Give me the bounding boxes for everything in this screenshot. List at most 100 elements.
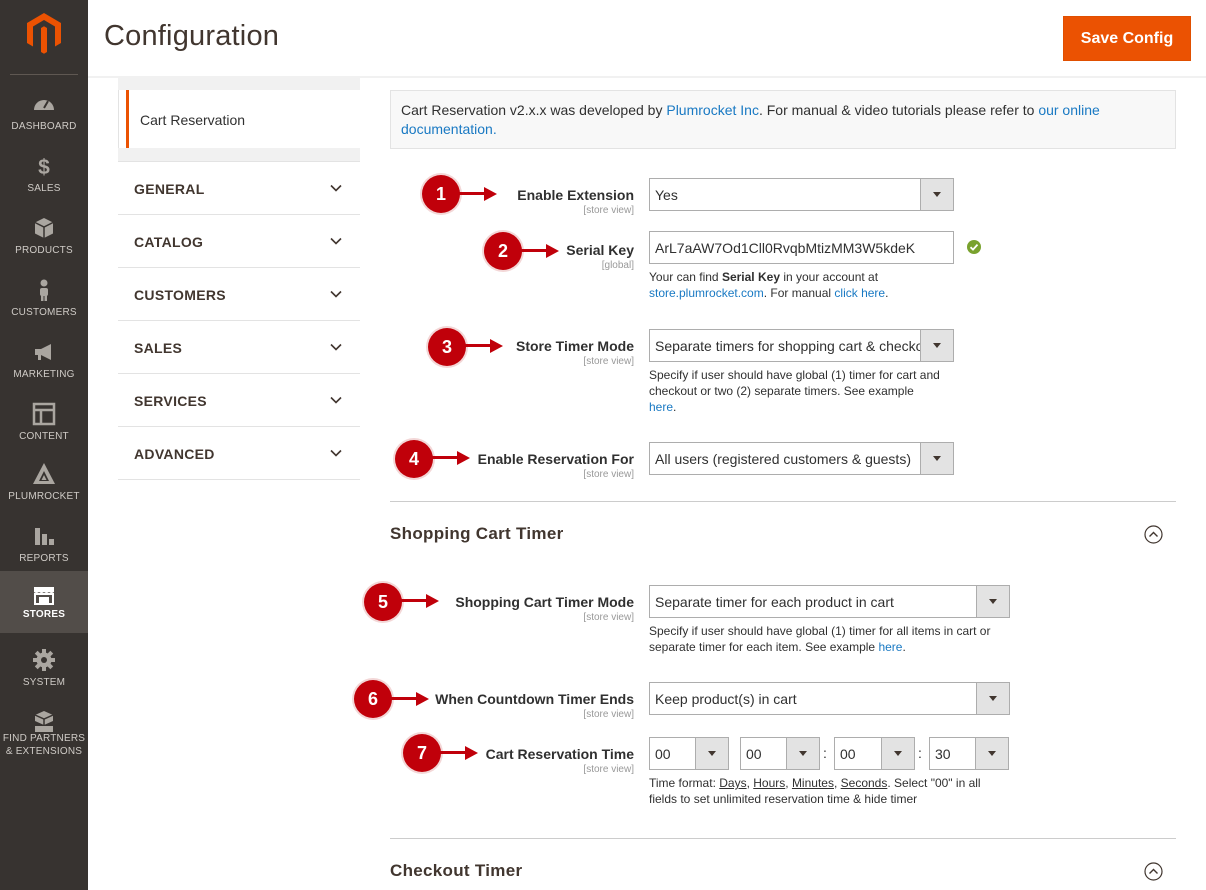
reservation-time-note: Time format: Days, Hours, Minutes, Secon…: [649, 776, 981, 806]
box-icon: [34, 218, 54, 238]
reservation-hours-select[interactable]: 00: [740, 737, 820, 770]
dropdown-arrow-icon: [976, 683, 1009, 714]
tab-group-label: SERVICES: [134, 393, 207, 409]
nav-products-label: PRODUCTS: [15, 245, 73, 256]
shopping-cart-timer-mode-scope: [store view]: [583, 612, 634, 623]
layout-icon: [32, 402, 56, 426]
serial-key-note: Your can find Serial Key in your account…: [649, 269, 959, 301]
tab-cart-reservation[interactable]: Cart Reservation: [126, 90, 360, 148]
gear-icon: [33, 649, 55, 671]
nav-dashboard-label: DASHBOARD: [11, 121, 77, 132]
reservation-seconds-select[interactable]: 30: [929, 737, 1009, 770]
plumrocket-link[interactable]: Plumrocket Inc: [666, 102, 759, 118]
dollar-icon: $: [38, 156, 50, 178]
nav-products[interactable]: PRODUCTS: [0, 212, 88, 274]
nav-stores-label: STORES: [22, 609, 66, 620]
serial-key-input[interactable]: ArL7aAW7Od1Cll0RvqbMtizMM3W5kdeK: [649, 231, 954, 264]
plumrocket-logo-icon: [33, 463, 55, 484]
note-text: Your can find: [649, 270, 722, 284]
note-text: .: [902, 640, 906, 654]
store-plumrocket-link[interactable]: store.plumrocket.com: [649, 286, 764, 300]
select-value: 00: [840, 746, 856, 762]
reservation-minutes-select[interactable]: 00: [834, 737, 915, 770]
tab-group-advanced[interactable]: ADVANCED: [118, 426, 360, 479]
boxes-icon: [34, 711, 54, 732]
note-text: in your account at: [780, 270, 879, 284]
dropdown-arrow-icon: [881, 738, 914, 769]
serial-key-scope: [global]: [601, 260, 634, 271]
countdown-ends-scope: [store view]: [583, 709, 634, 720]
nav-customers[interactable]: CUSTOMERS: [0, 274, 88, 336]
note-text: . For manual: [763, 286, 835, 300]
callout-badge-6: 6: [354, 680, 392, 718]
callout-badge-4: 4: [395, 440, 433, 478]
tab-group-sales[interactable]: SALES: [118, 320, 360, 373]
enable-reservation-for-select[interactable]: All users (registered customers & guests…: [649, 442, 954, 475]
click-here-link[interactable]: click here: [834, 286, 885, 300]
example-here-link[interactable]: here: [649, 400, 673, 414]
chevron-down-icon: [330, 237, 342, 245]
cart-reservation-time-label: Cart Reservation Time: [485, 746, 634, 762]
chevron-down-icon: [330, 396, 342, 404]
page-title: Configuration: [104, 20, 280, 52]
magento-logo-icon[interactable]: [26, 12, 62, 54]
store-timer-mode-select[interactable]: Separate timers for shopping cart & chec…: [649, 329, 954, 362]
nav-content-label: CONTENT: [19, 431, 69, 442]
note-bold-text: Serial Key: [721, 270, 780, 284]
enable-extension-label: Enable Extension: [517, 187, 634, 203]
select-value: 00: [655, 746, 671, 762]
nav-system-label: SYSTEM: [22, 677, 66, 688]
note-text: .: [885, 286, 889, 300]
tab-group-catalog[interactable]: CATALOG: [118, 214, 360, 267]
tab-group-general[interactable]: GENERAL: [118, 161, 360, 214]
countdown-ends-select[interactable]: Keep product(s) in cart: [649, 682, 1010, 715]
chevron-down-icon: [330, 290, 342, 298]
nav-find-partners[interactable]: FIND PARTNERS & EXTENSIONS: [0, 706, 88, 768]
tab-group-services[interactable]: SERVICES: [118, 373, 360, 426]
enable-extension-select[interactable]: Yes: [649, 178, 954, 211]
shopping-cart-timer-mode-select[interactable]: Separate timer for each product in cart: [649, 585, 1010, 618]
save-config-button[interactable]: Save Config: [1063, 16, 1191, 61]
enable-reservation-for-scope: [store view]: [583, 469, 634, 480]
store-timer-mode-scope: [store view]: [583, 356, 634, 367]
nav-dashboard[interactable]: DASHBOARD: [0, 88, 88, 150]
dropdown-arrow-icon: [786, 738, 819, 769]
select-value: Separate timer for each product in cart: [655, 594, 894, 610]
collapse-section-icon[interactable]: [1144, 862, 1163, 881]
tab-group-label: CUSTOMERS: [134, 287, 226, 303]
example-here-link[interactable]: here: [878, 640, 902, 654]
config-tabs-top-band: [118, 78, 360, 90]
tab-group-label: CATALOG: [134, 234, 204, 250]
tab-group-label: SALES: [134, 340, 183, 356]
bar-chart-icon: [35, 528, 54, 545]
section-divider: [390, 838, 1176, 839]
nav-stores[interactable]: STORES: [0, 571, 88, 633]
dashboard-gauge-icon: [34, 100, 54, 110]
collapse-section-icon[interactable]: [1144, 525, 1163, 544]
extension-info-notice: Cart Reservation v2.x.x was developed by…: [390, 90, 1176, 149]
chevron-down-icon: [330, 343, 342, 351]
nav-content[interactable]: CONTENT: [0, 398, 88, 460]
svg-text:$: $: [38, 156, 50, 178]
shopping-cart-timer-mode-label: Shopping Cart Timer Mode: [455, 594, 634, 610]
tab-group-label: ADVANCED: [134, 446, 215, 462]
checkout-timer-title[interactable]: Checkout Timer: [390, 861, 522, 881]
note-text: Specify if user should have global (1) t…: [649, 368, 940, 398]
chevron-down-icon: [330, 449, 342, 457]
select-value: All users (registered customers & guests…: [655, 451, 911, 467]
select-value: Keep product(s) in cart: [655, 691, 797, 707]
nav-sales[interactable]: $ SALES: [0, 150, 88, 212]
shopping-cart-timer-title[interactable]: Shopping Cart Timer: [390, 524, 564, 544]
nav-system[interactable]: SYSTEM: [0, 644, 88, 706]
nav-marketing[interactable]: MARKETING: [0, 336, 88, 398]
person-icon: [40, 279, 48, 301]
note-unit-seconds: Seconds: [840, 776, 888, 790]
note-unit-minutes: Minutes: [791, 776, 834, 790]
time-separator: :: [918, 745, 922, 761]
nav-plumrocket[interactable]: PLUMROCKET: [0, 458, 88, 520]
admin-sidebar: DASHBOARD $ SALES PRODUCTS CUSTOMERS MAR…: [0, 0, 88, 890]
select-value: Yes: [655, 187, 678, 203]
note-text: Specify if user should have global (1) t…: [649, 624, 991, 654]
reservation-days-select[interactable]: 00: [649, 737, 729, 770]
tab-group-customers[interactable]: CUSTOMERS: [118, 267, 360, 320]
